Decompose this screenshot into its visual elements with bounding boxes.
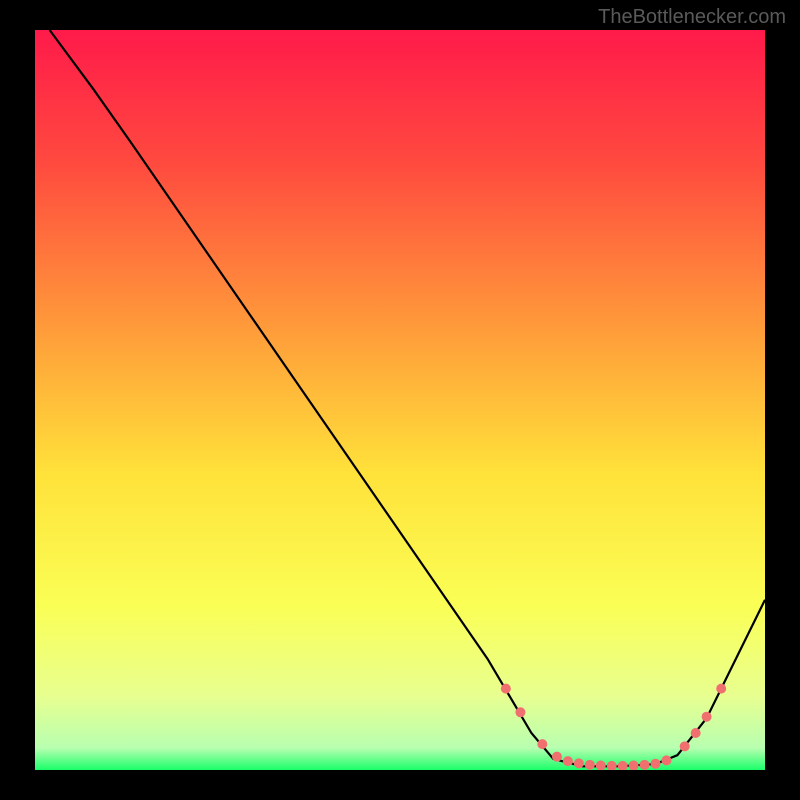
gradient-background <box>35 30 765 770</box>
watermark-text: TheBottlenecker.com <box>598 6 786 29</box>
data-marker <box>552 752 562 762</box>
data-marker <box>501 684 511 694</box>
data-marker <box>640 760 650 770</box>
data-marker <box>585 760 595 770</box>
data-marker <box>661 755 671 765</box>
data-marker <box>691 728 701 738</box>
data-marker <box>680 741 690 751</box>
chart-svg <box>35 30 765 770</box>
data-marker <box>651 759 661 769</box>
data-marker <box>574 758 584 768</box>
data-marker <box>537 739 547 749</box>
chart-container: TheBottlenecker.com <box>0 0 800 800</box>
data-marker <box>716 684 726 694</box>
data-marker <box>563 756 573 766</box>
data-marker <box>702 712 712 722</box>
data-marker <box>515 707 525 717</box>
plot-area <box>35 30 765 770</box>
